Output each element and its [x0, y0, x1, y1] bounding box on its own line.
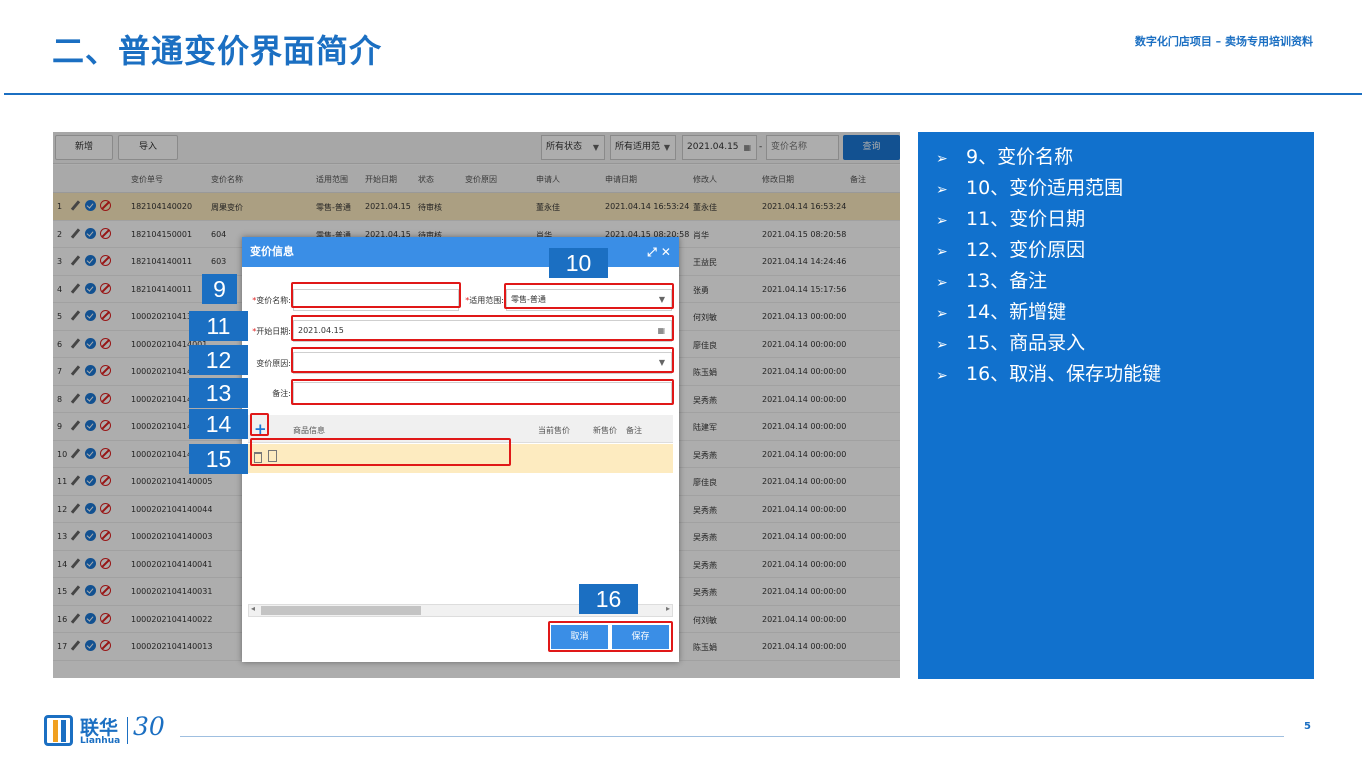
logo-30-mark: 30 [133, 712, 165, 741]
start-date-label-text: 开始日期: [256, 327, 291, 336]
explanation-panel: ➢ 9、变价名称 ➢ 10、变价适用范围 ➢ 11、变价日期 ➢ 12、变价原因 ➢ 13、备注 ➢… [918, 132, 1314, 679]
highlight-buttons [548, 621, 673, 652]
arrow-bullet-icon: ➢ [936, 244, 948, 260]
tag-10: 10 [549, 248, 608, 278]
explanation-text: 11、变价日期 [966, 208, 1086, 230]
highlight-add-row [250, 413, 269, 436]
tag-12: 12 [189, 345, 248, 375]
scroll-right-icon[interactable]: ▸ [666, 604, 670, 613]
logo-en-text: Lianhua [80, 736, 121, 746]
tag-15: 15 [189, 444, 248, 474]
arrow-bullet-icon: ➢ [936, 151, 948, 167]
explanation-text: 13、备注 [966, 270, 1048, 292]
dialog-window-controls[interactable]: ⤢ ✕ [647, 237, 671, 267]
logo-mark-icon [44, 715, 73, 746]
reason-label: 变价原因: [256, 359, 291, 368]
explanation-list: ➢ 9、变价名称 ➢ 10、变价适用范围 ➢ 11、变价日期 ➢ 12、变价原因 ➢ 13、备注 ➢… [936, 144, 1161, 392]
tag-16: 16 [579, 584, 638, 614]
note-label: 备注: [272, 389, 291, 398]
name-label-text: 变价名称: [256, 296, 291, 305]
footer-rule [180, 736, 1284, 737]
scope-label: *适用范围: [462, 295, 504, 306]
page-number: 5 [1304, 721, 1311, 732]
highlight-product-entry [250, 438, 511, 466]
explanation-text: 9、变价名称 [966, 146, 1074, 168]
explanation-item: ➢ 10、变价适用范围 [936, 175, 1161, 206]
dialog-header: 变价信息 ⤢ ✕ [242, 237, 679, 267]
explanation-item: ➢ 12、变价原因 [936, 237, 1161, 268]
logo-divider [127, 717, 128, 744]
arrow-bullet-icon: ➢ [936, 213, 948, 229]
dialog-title: 变价信息 [250, 245, 294, 258]
highlight-start-date [291, 315, 674, 341]
explanation-text: 14、新增键 [966, 301, 1067, 323]
slide: 二、普通变价界面简介 数字化门店项目 – 卖场专用培训资料 新增 导入 所有状态… [0, 0, 1366, 769]
explanation-text: 10、变价适用范围 [966, 177, 1124, 199]
explanation-item: ➢ 9、变价名称 [936, 144, 1161, 175]
arrow-bullet-icon: ➢ [936, 275, 948, 291]
tag-13: 13 [189, 378, 248, 408]
app-screenshot: 新增 导入 所有状态 ▼ 所有适用范 ▼ 2021.04.15 ▦ - 变价名称 查询… [53, 132, 900, 678]
highlight-note [291, 379, 674, 405]
explanation-text: 12、变价原因 [966, 239, 1086, 261]
arrow-bullet-icon: ➢ [936, 182, 948, 198]
arrow-bullet-icon: ➢ [936, 306, 948, 322]
explanation-text: 16、取消、保存功能键 [966, 363, 1162, 385]
title-divider [4, 93, 1362, 95]
scroll-left-icon[interactable]: ◂ [251, 604, 255, 613]
tag-14: 14 [189, 409, 248, 439]
slide-subtitle: 数字化门店项目 – 卖场专用培训资料 [1134, 35, 1313, 48]
arrow-bullet-icon: ➢ [936, 337, 948, 353]
col-new-price: 新售价 [593, 426, 617, 435]
explanation-item: ➢ 15、商品录入 [936, 330, 1161, 361]
explanation-item: ➢ 16、取消、保存功能键 [936, 361, 1161, 392]
explanation-item: ➢ 11、变价日期 [936, 206, 1161, 237]
start-date-label: *开始日期: [248, 326, 291, 337]
explanation-item: ➢ 14、新增键 [936, 299, 1161, 330]
explanation-text: 15、商品录入 [966, 332, 1086, 354]
arrow-bullet-icon: ➢ [936, 368, 948, 384]
name-label: *变价名称: [248, 295, 291, 306]
highlight-reason [291, 347, 674, 373]
col-note: 备注 [626, 426, 642, 435]
slide-title: 二、普通变价界面简介 [52, 32, 383, 70]
col-current-price: 当前售价 [538, 426, 570, 435]
scope-label-text: 适用范围: [469, 296, 504, 305]
highlight-scope [504, 283, 674, 309]
tag-11: 11 [189, 311, 248, 341]
scroll-thumb[interactable] [261, 606, 421, 615]
highlight-name [291, 282, 461, 308]
col-product-info: 商品信息 [293, 426, 325, 435]
explanation-item: ➢ 13、备注 [936, 268, 1161, 299]
tag-9: 9 [202, 274, 237, 304]
